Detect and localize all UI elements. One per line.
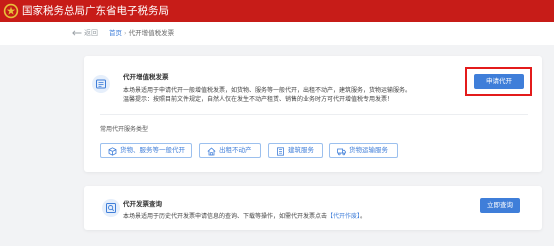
top-header-bar: 国家税务总局广东省电子税务局	[0, 0, 554, 22]
breadcrumb: 首页 › 代开增值税发票	[109, 28, 174, 38]
query-card-title: 代开发票查询	[123, 200, 162, 208]
breadcrumb-home[interactable]: 首页	[109, 29, 122, 37]
query-card-description: 本场景适用于历史代开发票申请信息的查询、下载等操作，如需代开发票点击【代开作废】…	[123, 212, 366, 221]
building-icon	[277, 147, 284, 156]
vat-card-title: 代开增值税发票	[123, 73, 169, 81]
type-construction-button[interactable]: 建筑服务	[268, 143, 323, 158]
query-desc-text: 本场景适用于历史代开发票申请信息的查询、下载等操作，如需代开发票点击	[123, 213, 328, 220]
type-freight-transport-button[interactable]: 货物运输服务	[329, 143, 398, 158]
breadcrumb-bar: 返回 首页 › 代开增值税发票	[0, 22, 554, 45]
truck-icon	[337, 148, 346, 156]
query-card-icon	[102, 199, 120, 217]
type-rent-label: 出租不动产	[219, 146, 252, 154]
section-divider	[100, 114, 528, 115]
back-label: 返回	[84, 29, 98, 37]
void-invoice-link[interactable]: 【代开作废】	[327, 213, 360, 220]
tax-bureau-emblem-icon	[3, 3, 19, 19]
cube-icon	[108, 147, 117, 156]
breadcrumb-separator: ›	[124, 29, 127, 37]
house-icon	[207, 147, 216, 156]
type-general-label: 货物、服务等一般代开	[120, 146, 185, 154]
vat-card-description: 本场景适用于申请代开一般增值税发票，如货物、服务等一般代开，出租不动产，建筑服务…	[123, 87, 412, 94]
type-construction-label: 建筑服务	[288, 146, 314, 154]
back-link[interactable]: 返回	[72, 28, 98, 38]
query-desc-end: 。	[360, 213, 367, 220]
invoice-card-icon	[92, 75, 110, 93]
app-title: 国家税务总局广东省电子税务局	[22, 5, 169, 17]
type-general-goods-services-button[interactable]: 货物、服务等一般代开	[100, 143, 192, 158]
arrow-left-icon	[72, 30, 82, 36]
annotation-highlight-box	[465, 67, 532, 96]
type-rent-real-estate-button[interactable]: 出租不动产	[199, 143, 261, 158]
query-now-button[interactable]: 立即查询	[480, 198, 520, 213]
breadcrumb-current: 代开增值税发票	[128, 29, 175, 37]
type-freight-label: 货物运输服务	[349, 146, 388, 154]
vat-card-tip: 温馨提示：按照目前文件规定，自然人仅在发生不动产租赁、销售的业务时方可代开增值税…	[123, 96, 394, 103]
common-service-types-label: 常用代开服务类型	[100, 126, 149, 133]
